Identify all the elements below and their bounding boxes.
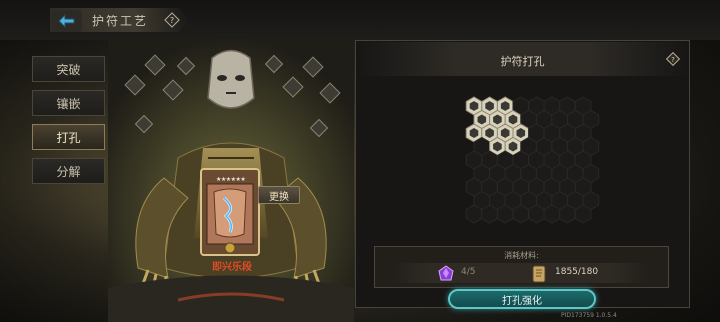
page-title: 护符工艺: [92, 14, 149, 28]
punch-panel: 护符打孔 ? 消耗材料: 4/5 1855/180: [355, 40, 690, 308]
help-icon[interactable]: ?: [666, 52, 680, 66]
locked-socket[interactable]: [496, 204, 514, 224]
panel-title: 护符打孔: [500, 55, 545, 68]
tab-label: 打孔: [56, 130, 81, 145]
materials-label: 消耗材料:: [504, 251, 539, 260]
svg-text:?: ?: [671, 56, 675, 64]
back-button[interactable]: [52, 10, 82, 32]
locked-socket[interactable]: [559, 204, 576, 224]
help-icon[interactable]: ?: [164, 12, 180, 28]
build-id: PID173759 1.0.5.4: [561, 312, 617, 319]
tab-label: 分解: [56, 164, 81, 179]
crystal-count: 4/5: [461, 267, 476, 277]
socket-grid[interactable]: [446, 81, 606, 241]
swap-button[interactable]: 更换: [258, 186, 300, 204]
card-stars: ★★★★★★: [216, 176, 246, 183]
tab-breakthrough[interactable]: 突破: [32, 56, 105, 82]
tab-decompose[interactable]: 分解: [32, 158, 105, 184]
back-arrow-icon: [58, 14, 75, 28]
locked-socket[interactable]: [481, 204, 498, 224]
tab-label: 突破: [56, 62, 81, 77]
scroll-icon: [532, 265, 546, 283]
punch-upgrade-button[interactable]: 打孔强化: [448, 289, 596, 309]
svg-text:?: ?: [170, 16, 174, 25]
crystal-icon: [438, 265, 454, 281]
tab-label: 镶嵌: [56, 96, 81, 111]
locked-socket[interactable]: [512, 204, 530, 224]
materials-box: 消耗材料: 4/5 1855/180: [374, 246, 669, 288]
locked-socket[interactable]: [574, 204, 592, 224]
tab-inlay[interactable]: 镶嵌: [32, 90, 105, 116]
locked-socket[interactable]: [543, 204, 561, 224]
tab-punch[interactable]: 打孔: [32, 124, 105, 150]
locked-socket[interactable]: [465, 204, 483, 224]
materials-row: [393, 263, 648, 283]
locked-socket[interactable]: [528, 204, 545, 224]
top-bar: 护符工艺 ?: [0, 0, 720, 40]
scroll-count: 1855/180: [555, 267, 599, 277]
card-name: 即兴乐段: [212, 262, 252, 273]
